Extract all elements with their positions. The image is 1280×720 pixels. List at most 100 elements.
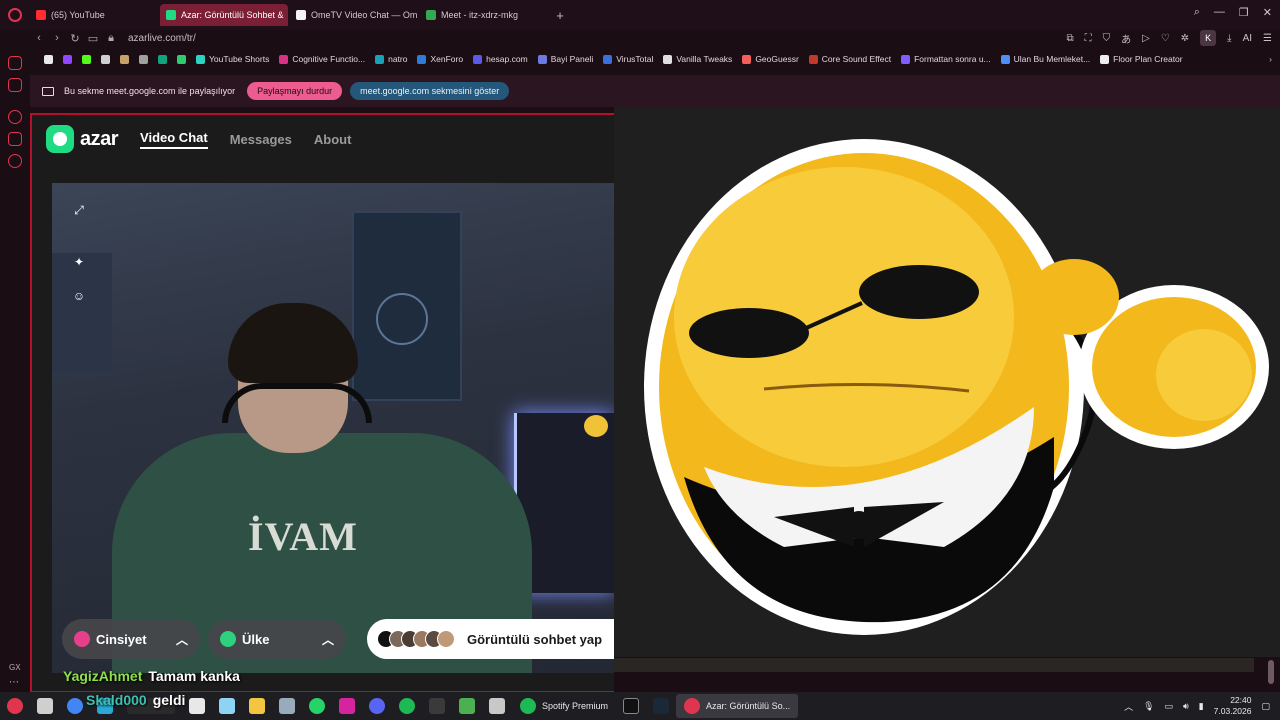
start-video-chat-button[interactable]: Görüntülü sohbet yap	[367, 619, 614, 659]
tab-youtube[interactable]: (65) YouTube	[30, 4, 158, 26]
network-icon[interactable]: ▭	[1165, 701, 1174, 712]
opera-gx-icon[interactable]	[7, 698, 23, 714]
chat-text: geldi	[152, 692, 186, 708]
maximize-icon[interactable]: ❐	[1239, 6, 1249, 19]
github-icon[interactable]	[429, 698, 445, 714]
taskbar-azar-window[interactable]: Azar: Görüntülü So...	[676, 694, 799, 718]
download-icon[interactable]: ⤓	[1227, 33, 1231, 44]
bookmark-folder-2[interactable]	[139, 54, 148, 64]
bookmark-formattan[interactable]: Formattan sonra u...	[901, 54, 991, 64]
nav-messages[interactable]: Messages	[230, 132, 292, 147]
country-filter-button[interactable]: Ülke ︿	[208, 619, 346, 659]
volume-icon[interactable]: 🔊︎	[1183, 701, 1189, 712]
bookmark-kick[interactable]	[82, 54, 91, 64]
bookmark-hesap[interactable]: hesap.com	[473, 54, 528, 64]
gx-corner-icon[interactable]	[8, 78, 22, 92]
bookmark-xenforo[interactable]: XenForo	[417, 54, 463, 64]
history-icon[interactable]	[8, 110, 22, 124]
bookmark-ulan[interactable]: Ulan Bu Memleket...	[1000, 54, 1090, 64]
app-icon[interactable]	[489, 698, 505, 714]
bookmark-floor-plan[interactable]: Floor Plan Creator	[1100, 54, 1183, 64]
bookmark-cognitive[interactable]: Cognitive Functio...	[279, 54, 365, 64]
user-avatars	[377, 630, 455, 648]
stop-sharing-button[interactable]: Paylaşmayı durdur	[247, 82, 343, 100]
play-icon[interactable]: ▷	[1142, 33, 1150, 44]
notes-icon[interactable]	[219, 698, 235, 714]
microphone-icon[interactable]: 🎙︎	[1143, 701, 1154, 712]
instagram-icon[interactable]	[339, 698, 355, 714]
expand-icon[interactable]: ⤢	[70, 201, 88, 219]
clock[interactable]: 22:40 7.03.2026	[1214, 695, 1252, 717]
file-explorer-icon[interactable]	[249, 698, 265, 714]
bookmark-natro[interactable]: natro	[375, 54, 407, 64]
gender-filter-button[interactable]: Cinsiyet ︿	[62, 619, 200, 659]
nav-video-chat[interactable]: Video Chat	[140, 130, 208, 149]
tab-ometv[interactable]: OmeTV Video Chat — Om	[290, 4, 418, 26]
app-icon[interactable]	[279, 698, 295, 714]
close-icon[interactable]: ✕	[1263, 6, 1272, 19]
bookmark-twitch[interactable]	[63, 54, 72, 64]
menu-icon[interactable]: ☰	[1263, 33, 1272, 44]
battery-icon[interactable]: ▮	[1199, 701, 1204, 712]
ai-button[interactable]: AI	[1243, 33, 1252, 44]
box-icon[interactable]	[8, 132, 22, 146]
heart-icon[interactable]: ♡	[1161, 33, 1170, 44]
epic-games-icon[interactable]	[623, 698, 640, 714]
bookmark-vanilla[interactable]: Vanilla Tweaks	[663, 54, 732, 64]
bookmark-bayi[interactable]: Bayi Paneli	[537, 54, 593, 64]
bookmark-gear[interactable]	[101, 54, 110, 64]
chevron-up-icon[interactable]: ︿	[1124, 700, 1133, 713]
gx-label[interactable]: GX	[9, 663, 21, 672]
new-tab-button[interactable]: +	[550, 5, 570, 25]
opera-gx-logo-icon[interactable]	[0, 0, 30, 30]
bookmark-geoguessr[interactable]: GeoGuessr	[742, 54, 799, 64]
show-meet-tab-button[interactable]: meet.google.com sekmesini göster	[350, 82, 510, 100]
snapshot-icon[interactable]: ⛶	[1085, 33, 1092, 44]
camera-icon[interactable]: ▭	[84, 32, 102, 45]
reload-icon[interactable]: ↻	[66, 32, 84, 45]
bookmark-icon-only[interactable]	[44, 54, 53, 64]
bookmark-green[interactable]	[177, 54, 186, 64]
bookmark-chatgpt[interactable]	[158, 54, 167, 64]
shield-icon[interactable]: ⛉	[1103, 33, 1111, 44]
taskbar-spotify[interactable]: Spotify Premium	[512, 694, 616, 718]
bookmark-yt-shorts[interactable]: YouTube Shorts	[196, 54, 269, 64]
translate-icon[interactable]: あ	[1121, 31, 1131, 46]
search-icon[interactable]: ⌕	[1194, 6, 1200, 19]
bookmark-core-sound[interactable]: Core Sound Effect	[808, 54, 891, 64]
bookmarks-overflow-icon[interactable]: ›	[1269, 54, 1280, 64]
azar-wordmark[interactable]: azar	[80, 128, 119, 151]
minecraft-icon[interactable]	[459, 698, 475, 714]
back-icon[interactable]: ‹	[30, 32, 48, 44]
tab-meet[interactable]: Meet - itz-xdrz-mkg	[420, 4, 548, 26]
azar-logo-icon[interactable]	[46, 125, 74, 153]
url-field[interactable]: azarlive.com/tr/	[128, 33, 196, 44]
forward-icon[interactable]: ›	[48, 32, 66, 44]
extensions-puzzle-icon[interactable]: ✲	[1181, 33, 1189, 44]
minimize-icon[interactable]: —	[1214, 6, 1225, 19]
magic-wand-icon[interactable]: ✦	[70, 253, 88, 271]
capcut-icon[interactable]	[189, 698, 205, 714]
settings-icon[interactable]	[8, 154, 22, 168]
tab-azar[interactable]: Azar: Görüntülü Sohbet &	[160, 4, 288, 26]
system-tray: ︿ 🎙︎ ▭ 🔊︎ ▮ 22:40 7.03.2026 ▢	[1124, 695, 1280, 717]
chrome-icon[interactable]	[67, 698, 83, 714]
profile-avatar[interactable]: K	[1200, 30, 1217, 46]
bookmark-virustotal[interactable]: VirusTotal	[603, 54, 653, 64]
whatsapp-icon[interactable]	[309, 698, 325, 714]
notification-icon[interactable]: ▢	[1261, 701, 1270, 712]
app-icon[interactable]	[399, 698, 415, 714]
more-icon[interactable]: ⋯	[9, 677, 19, 688]
bookmark-folder[interactable]	[120, 54, 129, 64]
task-view-icon[interactable]	[37, 698, 53, 714]
steam-icon[interactable]	[653, 698, 670, 714]
scrollbar-thumb[interactable]	[1268, 660, 1274, 684]
discord-icon[interactable]	[369, 698, 385, 714]
window-controls: ⌕ — ❐ ✕	[1194, 6, 1272, 19]
cool-agent-emoji-icon	[644, 139, 1269, 635]
chat-message: YagizAhmet Tamam kanka	[63, 668, 240, 684]
face-filter-icon[interactable]: ☺	[70, 287, 88, 305]
extension-icon[interactable]: ⧉	[1066, 33, 1073, 44]
nav-about[interactable]: About	[314, 132, 352, 147]
gx-control-icon[interactable]	[8, 56, 22, 70]
